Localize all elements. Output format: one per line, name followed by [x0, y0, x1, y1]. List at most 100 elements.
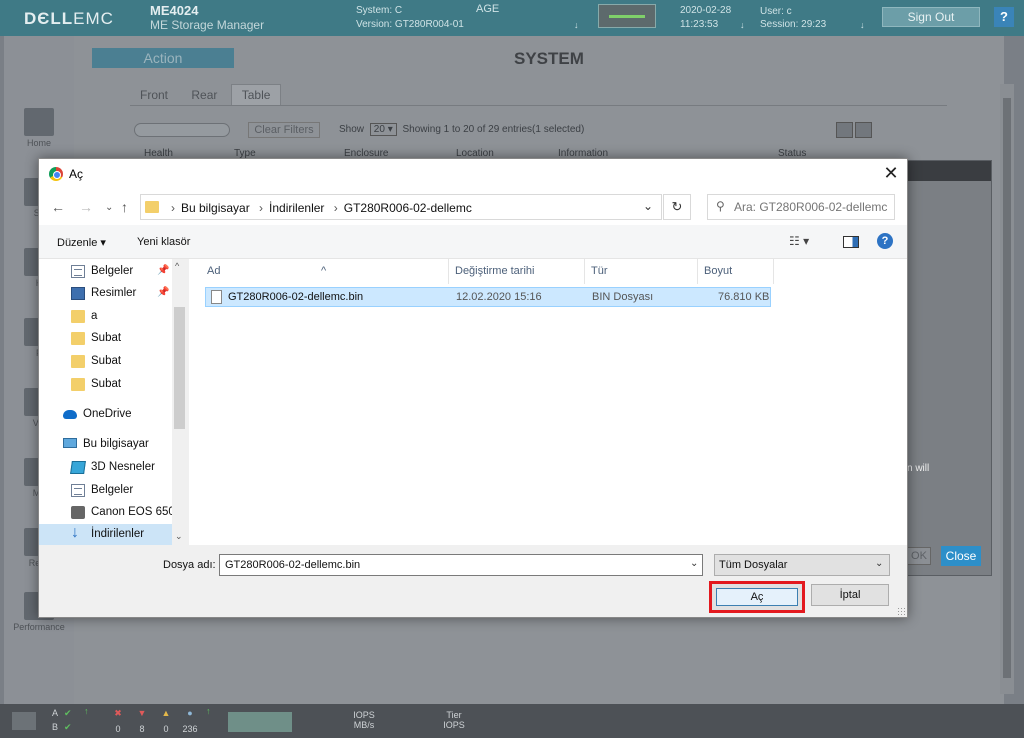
clear-filters-button[interactable]: Clear Filters: [248, 122, 320, 138]
folder-icon: [71, 310, 85, 323]
product-name: ME4024: [150, 3, 199, 18]
navigation-row: ← → ⌄ ↑ › Bu bilgisayar › İndirilenler › GT…: [39, 189, 907, 225]
tab-table[interactable]: Table: [230, 84, 282, 105]
folder-icon: [71, 332, 85, 345]
tree-item[interactable]: İndirilenler: [39, 524, 173, 545]
tree-item[interactable]: Bu bilgisayar: [39, 434, 173, 456]
nav-item-home[interactable]: Home: [4, 108, 74, 148]
pin-icon[interactable]: 📌: [157, 287, 169, 298]
background-dialog-note: n will: [907, 463, 930, 474]
table-pager: [836, 122, 876, 138]
tree-item[interactable]: Subat: [39, 351, 173, 373]
scroll-down-icon[interactable]: ⌄: [175, 531, 183, 542]
open-button-highlight: Aç: [709, 581, 805, 613]
tree-item[interactable]: Resimler 📌: [39, 283, 173, 305]
organize-button[interactable]: Düzenle ▾: [57, 236, 106, 249]
close-icon[interactable]: ✕: [881, 162, 901, 184]
folder-icon: [71, 378, 85, 391]
scroll-up-icon[interactable]: ^: [175, 261, 179, 271]
view-options-icon[interactable]: ☷ ▾: [789, 234, 809, 248]
tab-rear[interactable]: Rear: [181, 85, 227, 105]
file-icon: [211, 290, 222, 304]
page-scrollbar[interactable]: [1000, 84, 1014, 694]
tree-item[interactable]: Belgeler 📌: [39, 261, 173, 283]
ok-button[interactable]: OK: [907, 547, 931, 565]
error-icon[interactable]: ✖: [112, 708, 124, 719]
arrow-up-icon[interactable]: ↑: [206, 706, 211, 716]
tab-front[interactable]: Front: [130, 85, 178, 105]
breadcrumb-item[interactable]: GT280R006-02-dellemc: [344, 201, 472, 215]
forward-arrow-icon[interactable]: →: [79, 199, 93, 215]
tree-scrollbar[interactable]: ^ ⌄: [172, 259, 187, 545]
recent-locations-chevron-icon[interactable]: ⌄: [105, 202, 113, 213]
tree-item[interactable]: a: [39, 306, 173, 328]
tree-item[interactable]: Subat: [39, 328, 173, 350]
refresh-icon[interactable]: ↻: [663, 194, 691, 220]
search-input[interactable]: [734, 199, 892, 215]
critical-icon[interactable]: ▼: [136, 708, 148, 718]
chevron-down-icon[interactable]: ⌄: [875, 558, 883, 569]
column-modified[interactable]: Değiştirme tarihi: [455, 265, 534, 277]
3d-objects-icon: [70, 461, 86, 474]
file-name: GT280R006-02-dellemc.bin: [228, 291, 364, 303]
cancel-button[interactable]: İptal: [811, 584, 889, 606]
tree-item[interactable]: 3D Nesneler: [39, 457, 173, 479]
file-list-header: ^ Ad Değiştirme tarihi Tür Boyut: [189, 259, 907, 284]
arrow-up-icon[interactable]: ↑: [84, 706, 89, 716]
breadcrumb-item[interactable]: İndirilenler: [269, 201, 324, 215]
sign-out-button[interactable]: Sign Out: [882, 7, 980, 27]
tree-item[interactable]: Belgeler: [39, 480, 173, 502]
controller-icon[interactable]: [12, 712, 36, 730]
chevron-down-icon[interactable]: ⌄: [690, 558, 698, 569]
filename-input[interactable]: GT280R006-02-dellemc.bin ⌄: [219, 554, 703, 576]
onedrive-icon: [63, 410, 77, 419]
resize-grip-icon[interactable]: [897, 607, 905, 615]
file-row[interactable]: GT280R006-02-dellemc.bin 12.02.2020 15:1…: [205, 287, 771, 307]
info-icon[interactable]: ●: [184, 708, 196, 718]
controller-a-label: A: [52, 708, 59, 718]
app-header: DЄLLEMC ME4024 ME Storage Manager System…: [0, 0, 1024, 36]
warning-count: 0: [163, 724, 169, 734]
column-name[interactable]: Ad: [207, 265, 220, 277]
product-subtitle: ME Storage Manager: [150, 18, 265, 32]
dell-emc-logo: DЄLLEMC: [24, 9, 114, 28]
table-search-input[interactable]: [134, 123, 230, 137]
tree-item[interactable]: Subat: [39, 374, 173, 396]
system-info: System: C Version: GT280R004-01: [356, 4, 464, 32]
open-button[interactable]: Aç: [716, 588, 798, 606]
arrow-down-icon[interactable]: ↓: [860, 20, 865, 30]
arrow-down-icon[interactable]: ↓: [574, 20, 579, 30]
column-size[interactable]: Boyut: [704, 265, 732, 277]
filename-value: GT280R006-02-dellemc.bin: [225, 559, 361, 571]
help-icon[interactable]: ?: [877, 233, 893, 249]
close-button[interactable]: Close: [941, 546, 981, 566]
arrow-down-icon[interactable]: ↓: [740, 20, 745, 30]
preview-pane-icon[interactable]: [843, 236, 859, 248]
page-size-select[interactable]: 20 ▾: [369, 123, 397, 136]
iops-label: IOPS: [353, 710, 375, 720]
dialog-titlebar: Aç ✕: [39, 159, 907, 189]
action-button[interactable]: Action: [92, 48, 234, 68]
dialog-footer: Dosya adı: GT280R006-02-dellemc.bin ⌄ Tü…: [39, 545, 907, 617]
capacity-graph[interactable]: [228, 712, 292, 732]
up-arrow-icon[interactable]: ↑: [121, 199, 128, 215]
breadcrumb-item[interactable]: Bu bilgisayar: [181, 201, 250, 215]
back-arrow-icon[interactable]: ←: [51, 199, 65, 215]
tree-item[interactable]: OneDrive: [39, 404, 173, 426]
warning-icon[interactable]: ▲: [160, 708, 172, 718]
search-box: ⚲: [707, 194, 895, 220]
filetype-select[interactable]: Tüm Dosyalar ⌄: [714, 554, 890, 576]
new-folder-button[interactable]: Yeni klasör: [137, 236, 190, 248]
chevron-down-icon[interactable]: ⌄: [643, 199, 653, 213]
age-label: AGE: [476, 3, 500, 15]
column-type[interactable]: Tür: [591, 265, 608, 277]
address-bar[interactable]: › Bu bilgisayar › İndirilenler › GT280R006-…: [140, 194, 662, 220]
help-icon[interactable]: ?: [994, 7, 1014, 27]
pin-icon[interactable]: 📌: [157, 265, 169, 276]
tree-item[interactable]: Canon EOS 650D: [39, 502, 183, 524]
enclosure-rack-icon[interactable]: [598, 4, 656, 28]
date-time: 2020-02-28 11:23:53: [680, 4, 731, 32]
prev-page-button[interactable]: [836, 122, 853, 138]
scroll-thumb[interactable]: [174, 307, 185, 429]
next-page-button[interactable]: [855, 122, 872, 138]
